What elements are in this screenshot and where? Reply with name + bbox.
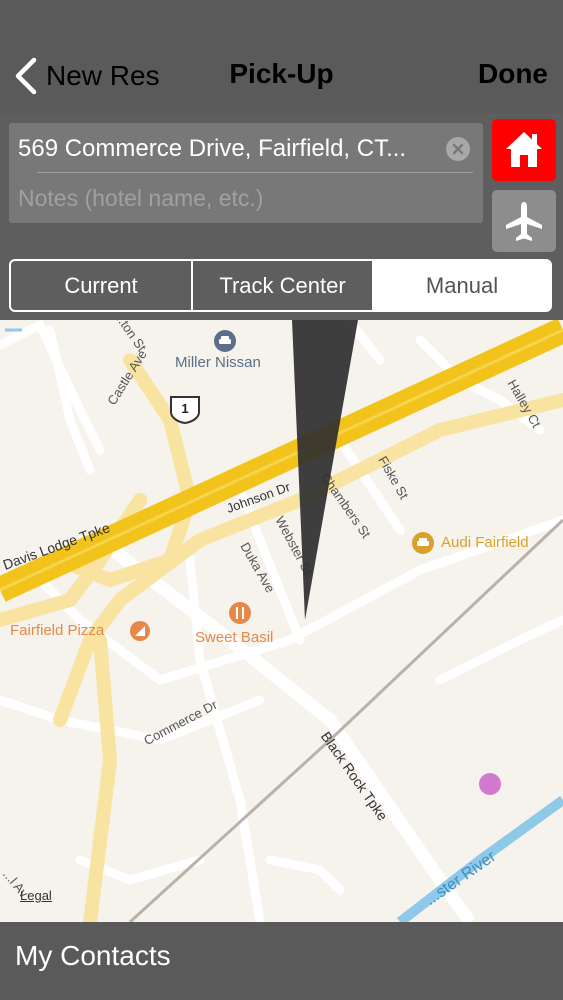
airport-button[interactable] xyxy=(492,190,556,252)
car-dealer-icon[interactable] xyxy=(214,330,236,352)
location-mode-segmented-control: Current Track Center Manual xyxy=(9,259,552,312)
segment-current[interactable]: Current xyxy=(11,261,191,310)
poi-label[interactable]: Sweet Basil xyxy=(195,629,273,646)
route-shield-icon: 1 xyxy=(168,394,202,424)
segment-manual[interactable]: Manual xyxy=(372,261,550,310)
poi-label[interactable]: Audi Fairfield xyxy=(441,534,529,551)
route-shield-number: 1 xyxy=(181,401,189,416)
notes-input[interactable] xyxy=(18,180,478,216)
poi-label[interactable]: Miller Nissan xyxy=(175,354,261,371)
map-view[interactable]: Castle Ave Davis Lodge Tpke Johnson Dr C… xyxy=(0,320,563,922)
field-divider xyxy=(37,172,473,173)
address-field[interactable]: 569 Commerce Drive, Fairfield, CT... xyxy=(18,131,438,167)
map-roads xyxy=(0,320,563,922)
segment-track-center[interactable]: Track Center xyxy=(191,261,372,310)
restaurant-icon[interactable] xyxy=(229,602,251,624)
pin-marker-icon[interactable] xyxy=(290,320,360,622)
shopping-icon[interactable] xyxy=(479,773,501,795)
pizza-icon[interactable] xyxy=(130,621,150,641)
airplane-icon xyxy=(506,202,542,241)
home-icon xyxy=(506,132,542,167)
done-button[interactable]: Done xyxy=(478,58,548,90)
legal-link[interactable]: Legal xyxy=(20,888,52,903)
home-button[interactable] xyxy=(492,119,556,181)
my-contacts-button[interactable]: My Contacts xyxy=(15,940,171,972)
clear-icon[interactable] xyxy=(446,137,470,161)
poi-label[interactable]: Fairfield Pizza xyxy=(10,622,104,639)
car-dealer-icon[interactable] xyxy=(412,532,434,554)
